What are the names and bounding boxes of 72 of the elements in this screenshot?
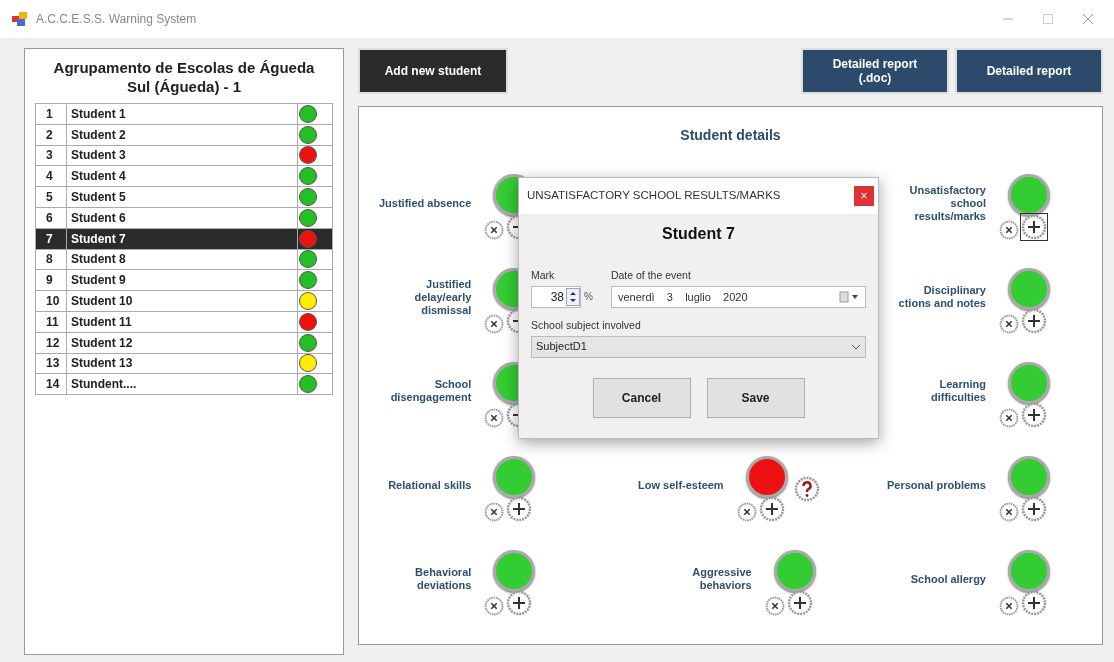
subject-label: School subject involved — [531, 317, 642, 333]
student-row[interactable]: 4 Student 4 — [36, 166, 333, 188]
student-name-cell: Student 4 — [67, 166, 298, 187]
student-name-cell: Student 1 — [67, 104, 298, 124]
dialog-title: UNSATISFACTORY SCHOOL RESULTS/MARKS — [527, 188, 781, 204]
indicator-label: Unsatisfactory school results/marks — [909, 183, 986, 223]
dialog-button[interactable]: Cancel — [592, 377, 691, 418]
mark-spinner[interactable]: 38 — [531, 285, 581, 308]
student-row[interactable]: 13 Student 13 — [36, 353, 333, 375]
student-row[interactable]: 6 Student 6 — [36, 208, 333, 229]
row-number: 1 — [36, 104, 67, 124]
student-name-cell: Stundent.... — [67, 374, 298, 395]
student-name-cell: Student 8 — [67, 249, 298, 270]
dialog-button[interactable]: Save — [706, 377, 805, 418]
student-name-cell: Student 9 — [67, 270, 298, 291]
student-row[interactable]: 7 Student 7 — [36, 228, 333, 250]
student-row[interactable]: 14 Stundent.... — [36, 374, 333, 396]
row-number: 8 — [36, 249, 67, 270]
student-row[interactable]: 2 Student 2 — [36, 124, 333, 146]
student-row[interactable]: 3 Student 3 — [36, 145, 333, 167]
student-name-cell: Student 13 — [67, 353, 298, 374]
close-button[interactable]: × — [854, 186, 874, 206]
percent-label: % — [584, 290, 593, 305]
student-name-cell: Student 2 — [67, 124, 298, 145]
row-number: 9 — [36, 270, 67, 291]
add-student-button[interactable]: Add new student — [358, 48, 508, 94]
row-number: 4 — [36, 166, 67, 187]
indicator-label: Learning difficulties — [930, 378, 986, 404]
row-number: 2 — [36, 124, 67, 145]
details-title: Student details — [680, 126, 781, 145]
student-name-cell: Student 11 — [67, 311, 298, 332]
row-number: 3 — [36, 145, 67, 166]
window-title: A.C.C.E.S.S. Warning System — [36, 11, 197, 28]
indicator-label: Disciplinary ctions and notes — [898, 284, 986, 310]
student-row[interactable]: 11 Student 11 — [36, 311, 333, 333]
student-name-cell: Student 5 — [67, 187, 298, 207]
indicator-label: School allergy — [910, 572, 986, 586]
indicator-label: Justified delay/early dismissal — [414, 277, 472, 317]
row-number: 6 — [36, 208, 67, 228]
school-title: Agrupamento de Escolas de Águeda Sul (Águeda) - 1 — [52, 58, 316, 97]
student-name-cell: Student 12 — [67, 332, 298, 353]
row-number: 7 — [36, 228, 67, 249]
indicator-label: Low self-esteem — [638, 478, 724, 492]
indicator-label: Aggressive behaviors — [692, 566, 752, 592]
student-name: Student 7 — [662, 224, 735, 244]
date-label: Date of the event — [610, 268, 692, 283]
student-name-cell: Student 6 — [67, 208, 298, 228]
student-row[interactable]: 12 Student 12 — [36, 332, 333, 354]
student-row[interactable]: 9 Student 9 — [36, 270, 333, 292]
indicator-label: School disengagement — [390, 378, 472, 404]
subject-dropdown[interactable]: SubjectD1 — [531, 335, 866, 358]
student-name-cell: Student 7 — [67, 228, 298, 249]
indicator-label: Justified absence — [379, 196, 472, 210]
student-name-cell: Student 10 — [67, 291, 298, 311]
row-number: 10 — [36, 291, 67, 311]
indicator-label: Personal problems — [886, 478, 986, 492]
row-number: 13 — [36, 353, 67, 374]
row-number: 11 — [36, 311, 67, 332]
student-row[interactable]: 10 Student 10 — [36, 291, 333, 312]
mark-label: Mark — [531, 268, 556, 283]
indicator-label: Behavioral deviations — [415, 566, 472, 592]
student-name-cell: Student 3 — [67, 145, 298, 166]
student-row[interactable]: 5 Student 5 — [36, 187, 333, 208]
row-number: 5 — [36, 187, 67, 207]
student-row[interactable]: 8 Student 8 — [36, 249, 333, 271]
student-row[interactable]: 1 Student 1 — [36, 104, 333, 125]
report-button[interactable]: Detailed report — [955, 48, 1103, 94]
indicator-label: Relational skills — [388, 478, 472, 492]
row-number: 12 — [36, 332, 67, 353]
report-button[interactable]: Detailed report (.doc) — [801, 48, 949, 94]
date-picker[interactable]: venerdì 3 luglio 2020 — [610, 285, 866, 308]
row-number: 14 — [36, 374, 67, 395]
